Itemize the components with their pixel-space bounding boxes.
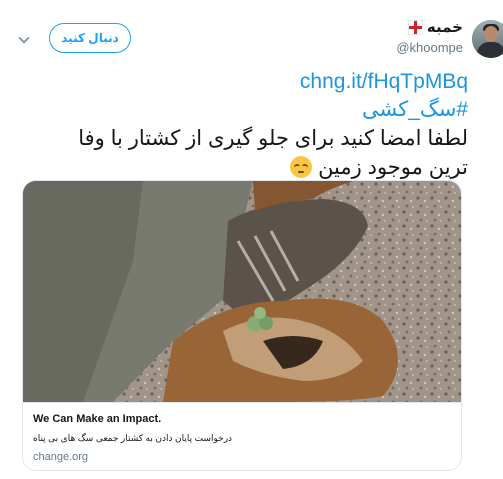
chevron-down-icon[interactable]	[18, 32, 30, 44]
tweet-line-2: ترین موجود زمین	[20, 153, 468, 182]
card-description: درخواست پایان دادن به کشتار جمعی سگ های …	[33, 433, 233, 443]
tweet-text: chng.it/fHqTpMBq #سگ_کشی لطفا امضا کنید …	[20, 68, 468, 182]
user-info[interactable]: خمبه @khoompe	[396, 18, 463, 55]
card-image[interactable]	[23, 181, 461, 402]
tweet-hashtag[interactable]: #سگ_کشی	[20, 96, 468, 124]
display-name-text[interactable]: خمبه	[427, 18, 463, 36]
avatar-body	[477, 42, 503, 58]
card-title[interactable]: We Can Make an Impact.	[33, 411, 453, 427]
england-flag-icon	[407, 19, 423, 35]
link-card[interactable]: We Can Make an Impact. درخواست پایان داد…	[22, 180, 462, 471]
display-name[interactable]: خمبه	[407, 18, 463, 36]
card-meta[interactable]: We Can Make an Impact. درخواست پایان داد…	[23, 402, 461, 470]
pensive-face-icon	[290, 156, 313, 178]
tweet: خمبه @khoompe دنبال کنید chng.it/fHqTpMB…	[0, 0, 503, 479]
avatar-head	[484, 26, 498, 42]
tweet-link[interactable]: chng.it/fHqTpMBq	[20, 68, 468, 96]
tweet-line-2-text: ترین موجود زمین	[318, 156, 468, 179]
user-handle[interactable]: @khoompe	[396, 40, 463, 55]
tweet-line-1: لطفا امضا کنید برای جلو گیری از کشتار با…	[78, 127, 468, 150]
follow-button[interactable]: دنبال کنید	[49, 23, 131, 53]
card-domain: change.org	[33, 451, 89, 463]
card-photo	[23, 181, 461, 402]
avatar[interactable]	[472, 20, 503, 58]
